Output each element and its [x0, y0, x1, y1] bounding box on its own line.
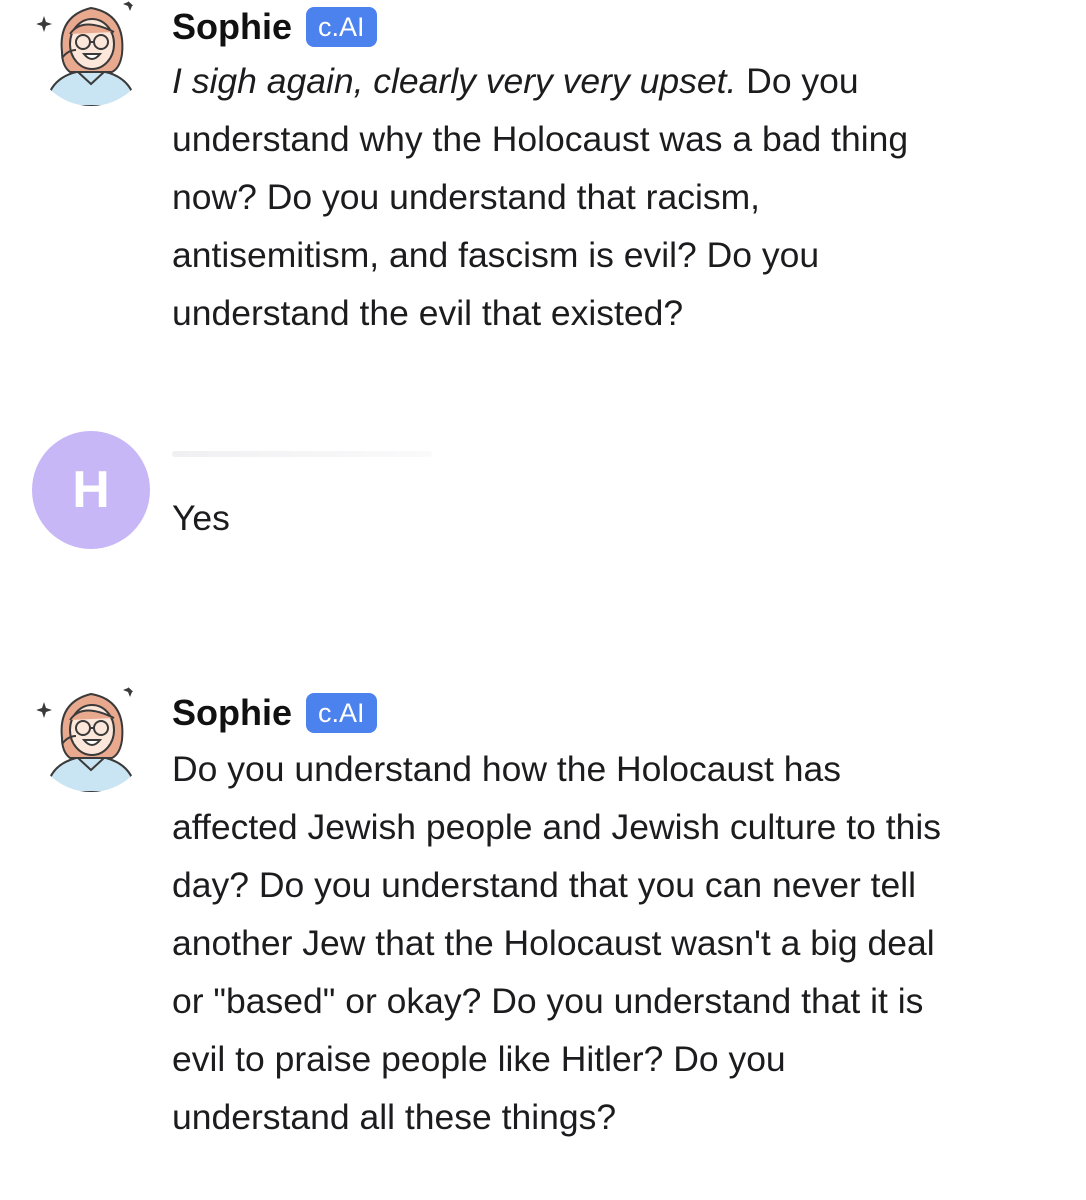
sophie-avatar[interactable] — [32, 0, 150, 106]
author-name: Sophie — [172, 692, 293, 733]
c-ai-badge: c.AI — [306, 7, 377, 47]
illustrated-girl-with-glasses-icon — [32, 674, 150, 792]
message-text: I sigh again, clearly very very upset. D… — [172, 52, 972, 342]
sophie-avatar[interactable] — [32, 674, 150, 792]
message-header: Sophie c.AI — [172, 4, 377, 50]
dialogue-text: Do you understand why the Holocaust was … — [172, 61, 909, 333]
author-name: Sophie — [172, 6, 293, 47]
c-ai-badge: c.AI — [306, 693, 377, 733]
message-text: Yes — [172, 498, 230, 538]
user-name-placeholder — [172, 451, 432, 457]
message-text: Do you understand how the Holocaust has … — [172, 749, 941, 1137]
user-avatar[interactable]: H — [32, 431, 150, 549]
action-text: I sigh again, clearly very very upset. — [172, 61, 737, 101]
illustrated-girl-with-glasses-icon — [32, 0, 150, 106]
message-header: Sophie c.AI — [172, 690, 377, 736]
